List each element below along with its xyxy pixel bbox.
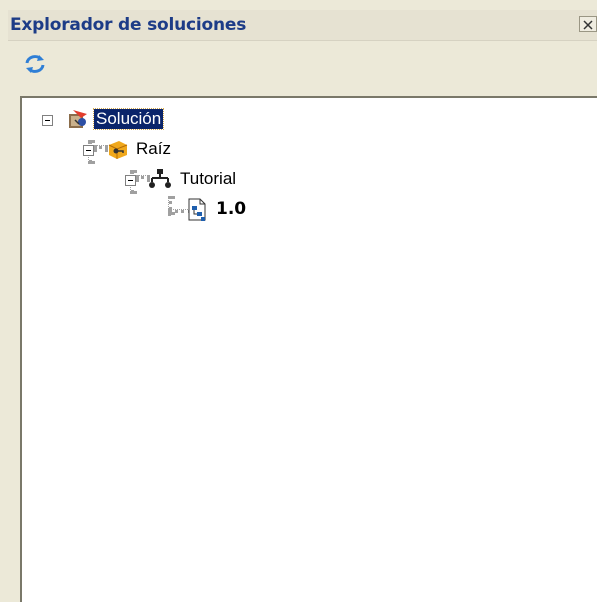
solution-explorer-panel: Explorador de soluciones Solución Raíz T…: [8, 10, 597, 602]
tree-node-raiz[interactable]: Raíz: [22, 138, 322, 162]
hierarchy-icon: [149, 169, 171, 188]
close-button[interactable]: [579, 16, 597, 32]
collapse-toggle[interactable]: [42, 115, 53, 126]
tree-node-label: 1.0: [216, 199, 247, 219]
collapse-toggle[interactable]: [83, 145, 94, 156]
close-icon: [583, 20, 593, 30]
refresh-icon: [25, 55, 45, 73]
panel-title: Explorador de soluciones: [10, 15, 247, 35]
panel-toolbar: [8, 41, 597, 93]
solution-tree[interactable]: Solución Raíz Tutorial 1.0: [20, 96, 597, 602]
panel-titlebar[interactable]: Explorador de soluciones: [8, 10, 597, 41]
document-icon: [188, 198, 206, 221]
tree-node-solution[interactable]: Solución: [22, 108, 322, 132]
refresh-button[interactable]: [22, 51, 48, 77]
tree-node-version[interactable]: 1.0: [22, 198, 322, 222]
tree-node-tutorial[interactable]: Tutorial: [22, 168, 322, 192]
solution-icon: [69, 110, 87, 128]
tree-node-label: Raíz: [136, 139, 171, 158]
collapse-toggle[interactable]: [125, 175, 136, 186]
folder-key-icon: [108, 141, 128, 159]
tree-node-label: Solución: [92, 108, 165, 130]
tree-node-label: Tutorial: [180, 169, 237, 188]
